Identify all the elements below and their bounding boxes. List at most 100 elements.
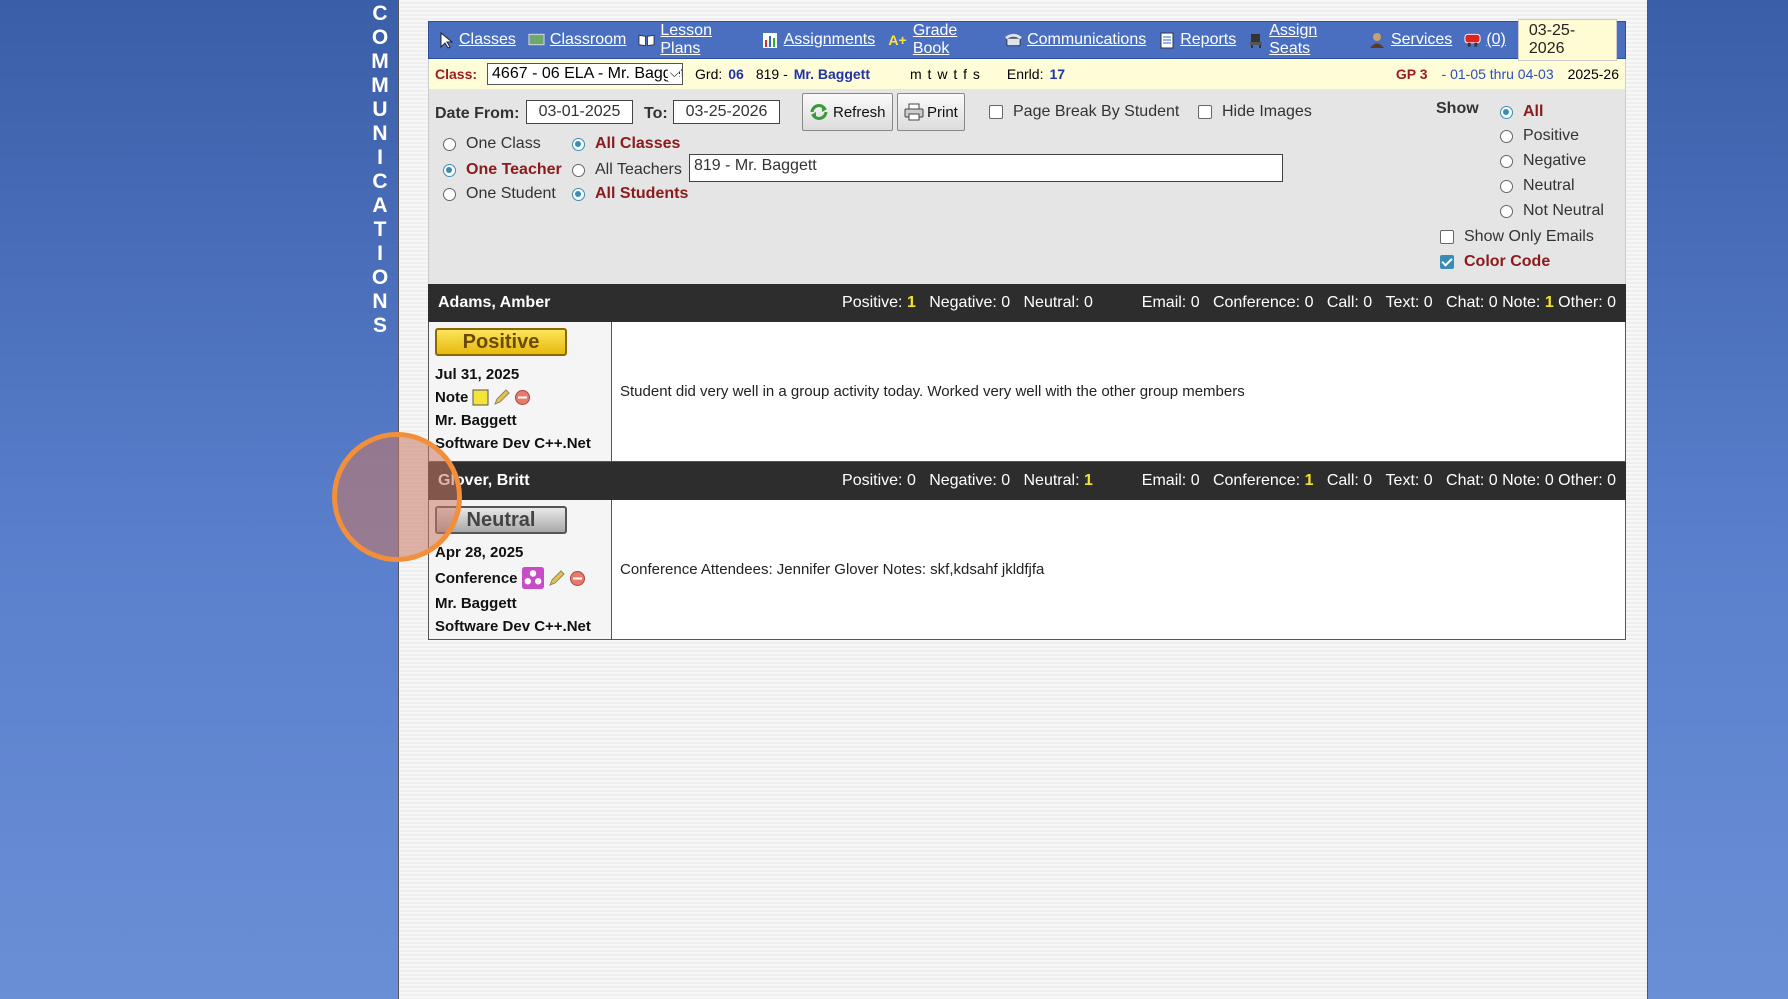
one-teacher-radio[interactable]	[443, 163, 456, 177]
entry-meta: Neutral Apr 28, 2025 Conference Mr. Bagg…	[429, 500, 612, 639]
entry-teacher: Mr. Baggett	[435, 412, 517, 429]
school-year: 2025-26	[1567, 66, 1619, 82]
entry-type: Note	[435, 389, 469, 406]
communications-panel: Classes Classroom Lesson Plans Assignmen…	[428, 19, 1626, 640]
nav-assignments[interactable]: Assignments	[762, 31, 875, 49]
show-neutral-option[interactable]: Neutral	[1500, 177, 1575, 195]
communication-entry: Neutral Apr 28, 2025 Conference Mr. Bagg…	[428, 500, 1626, 640]
one-student-option[interactable]: One Student	[443, 185, 556, 203]
nav-communications[interactable]: Communications	[1005, 31, 1146, 49]
entry-date: Apr 28, 2025	[435, 544, 524, 561]
nav-classroom[interactable]: Classroom	[528, 31, 626, 49]
show-only-emails-checkbox[interactable]	[1440, 230, 1454, 244]
all-students-option[interactable]: All Students	[572, 185, 688, 203]
student-name: Glover, Britt	[438, 472, 530, 489]
entry-type-row: Conference	[435, 567, 605, 589]
all-classes-option[interactable]: All Classes	[572, 135, 680, 153]
positive-badge: Positive	[435, 328, 567, 356]
show-negative-radio[interactable]	[1500, 154, 1513, 168]
grading-period-range: - 01-05 thru 04-03	[1441, 66, 1554, 82]
grade-value: 06	[728, 66, 744, 82]
neutral-badge: Neutral	[435, 506, 567, 534]
open-book-icon	[638, 32, 655, 49]
class-label: Class:	[435, 66, 478, 82]
page-break-checkbox[interactable]	[989, 105, 1003, 119]
cursor-arrow-icon	[437, 31, 454, 49]
nav-classes[interactable]: Classes	[437, 31, 516, 49]
one-student-radio[interactable]	[443, 187, 456, 201]
show-not-neutral-option[interactable]: Not Neutral	[1500, 202, 1604, 220]
teacher-name: Mr. Baggett	[793, 66, 870, 82]
entry-date: Jul 31, 2025	[435, 366, 520, 383]
date-from-input[interactable]: 03-01-2025	[526, 100, 633, 124]
nav-grade-book[interactable]: A+ Grade Book	[887, 22, 993, 58]
nav-reports[interactable]: Reports	[1158, 31, 1236, 49]
printer-icon	[904, 103, 924, 121]
nav-messages[interactable]: (0)	[1464, 31, 1506, 49]
classroom-board-icon	[528, 32, 545, 49]
student-header: Adams, Amber Positive: 1 Negative: 0 Neu…	[428, 284, 1626, 322]
teacher-id: 819 -	[755, 66, 788, 82]
entry-teacher: Mr. Baggett	[435, 595, 517, 612]
one-class-radio[interactable]	[443, 137, 456, 151]
nav-assign-seats[interactable]: Assign Seats	[1248, 22, 1357, 58]
show-not-neutral-radio[interactable]	[1500, 204, 1513, 218]
one-teacher-option[interactable]: One Teacher	[443, 161, 562, 179]
enrolled-label: Enrld:	[1006, 66, 1044, 82]
color-code-option[interactable]: Color Code	[1440, 253, 1550, 271]
edit-pencil-icon[interactable]	[548, 569, 565, 587]
delete-icon[interactable]	[514, 389, 531, 406]
edit-pencil-icon[interactable]	[493, 389, 511, 406]
nav-services[interactable]: Services	[1369, 31, 1452, 49]
show-positive-option[interactable]: Positive	[1500, 127, 1579, 145]
date-from-label: Date From:	[435, 105, 520, 122]
student-stats: Positive: 0 Negative: 0 Neutral: 1 Email…	[842, 472, 1616, 489]
teacher-input[interactable]: 819 - Mr. Baggett	[689, 154, 1283, 182]
entry-text: Student did very well in a group activit…	[620, 383, 1245, 400]
class-select[interactable]: 4667 - 06 ELA - Mr. Baggett ⌵	[487, 63, 684, 85]
communication-entry: Positive Jul 31, 2025 Note Mr. Baggett S…	[428, 322, 1626, 462]
filters-panel: Date From: 03-01-2025 To: 03-25-2026 Ref…	[428, 89, 1626, 284]
refresh-button[interactable]: Refresh	[802, 93, 893, 131]
all-classes-radio[interactable]	[572, 137, 585, 151]
student-header: Glover, Britt Positive: 0 Negative: 0 Ne…	[428, 462, 1626, 500]
nav-lesson-plans[interactable]: Lesson Plans	[638, 22, 749, 58]
grading-period: GP 3	[1395, 66, 1428, 82]
show-only-emails-option[interactable]: Show Only Emails	[1440, 228, 1594, 246]
show-positive-radio[interactable]	[1500, 129, 1513, 143]
note-icon	[472, 389, 489, 406]
show-all-option[interactable]: All	[1500, 103, 1543, 121]
show-neutral-radio[interactable]	[1500, 179, 1513, 193]
entry-course: Software Dev C++.Net	[435, 435, 591, 452]
meeting-days: m t w t f s	[910, 66, 981, 82]
all-students-radio[interactable]	[572, 187, 585, 201]
hide-images-option[interactable]: Hide Images	[1198, 103, 1312, 121]
conference-people-icon	[521, 567, 544, 589]
refresh-icon	[810, 104, 828, 120]
page-break-option[interactable]: Page Break By Student	[989, 103, 1179, 121]
enrolled-value: 17	[1049, 66, 1066, 82]
all-teachers-radio[interactable]	[572, 163, 585, 177]
print-button[interactable]: Print	[897, 93, 965, 131]
show-all-radio[interactable]	[1500, 105, 1513, 119]
person-services-icon	[1369, 32, 1386, 49]
show-label: Show	[1436, 100, 1479, 117]
date-to-input[interactable]: 03-25-2026	[673, 100, 780, 124]
show-negative-option[interactable]: Negative	[1500, 152, 1586, 170]
communications-vertical-title: COMMUNICATIONS	[371, 2, 389, 337]
current-date: 03-25-2026	[1517, 19, 1617, 61]
entry-type-row: Note	[435, 389, 605, 406]
telephone-icon	[1005, 32, 1022, 49]
chevron-down-icon: ⌵	[667, 66, 680, 81]
hide-images-checkbox[interactable]	[1198, 105, 1212, 119]
color-code-checkbox[interactable]	[1440, 255, 1454, 269]
all-teachers-option[interactable]: All Teachers	[572, 161, 682, 179]
grade-label: Grd:	[695, 66, 723, 82]
student-stats: Positive: 1 Negative: 0 Neutral: 0 Email…	[842, 294, 1616, 311]
chat-bubble-icon	[1464, 32, 1481, 49]
one-class-option[interactable]: One Class	[443, 135, 541, 153]
top-navbar: Classes Classroom Lesson Plans Assignmen…	[428, 19, 1626, 61]
delete-icon[interactable]	[569, 570, 586, 587]
student-name: Adams, Amber	[438, 294, 551, 311]
entry-meta: Positive Jul 31, 2025 Note Mr. Baggett S…	[429, 322, 612, 461]
